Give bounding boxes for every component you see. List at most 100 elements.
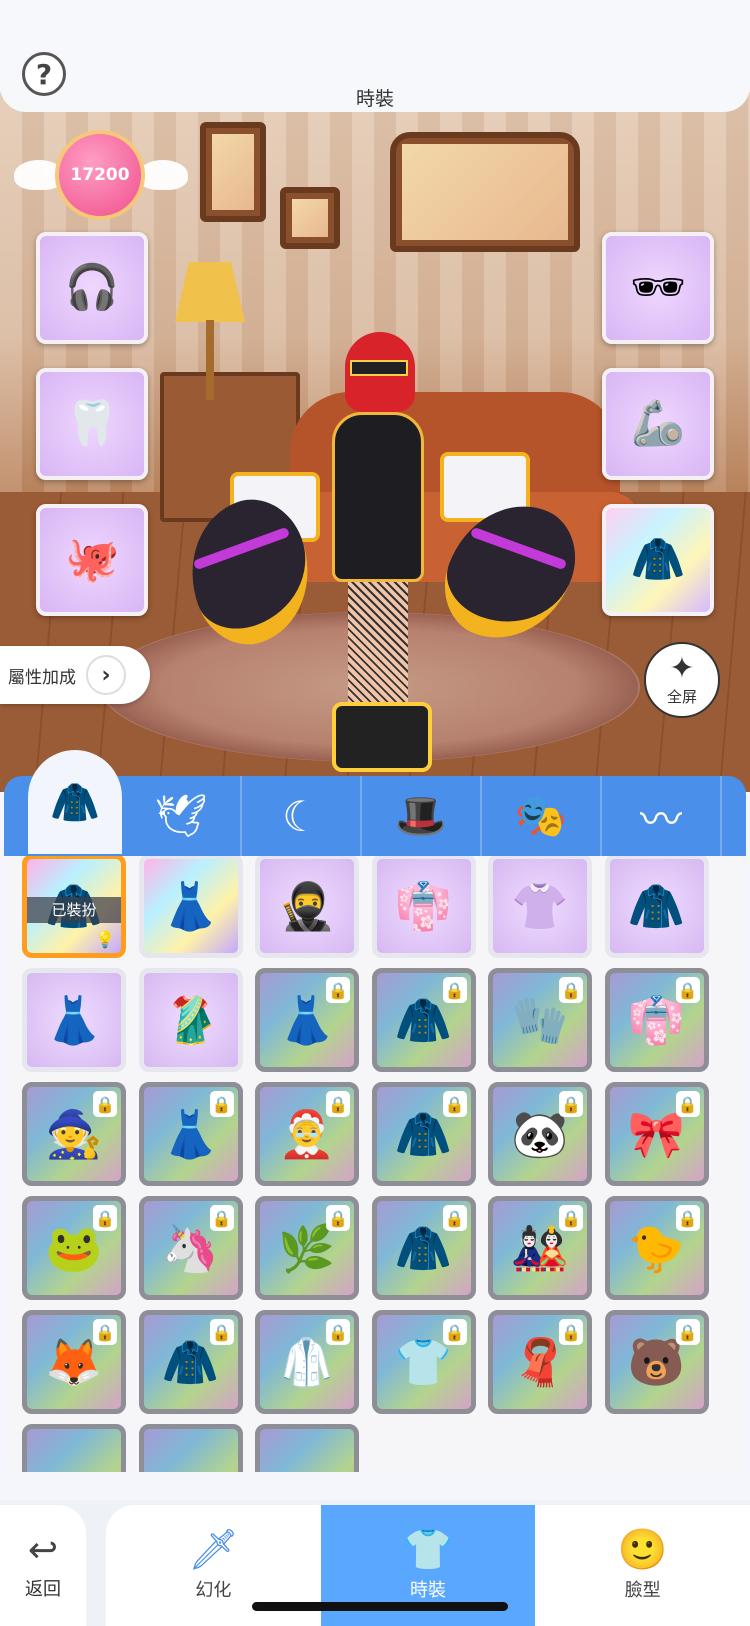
outfit-item[interactable]: 🎎 🔒: [488, 1196, 592, 1300]
outfit-item[interactable]: 🤶 🔒: [255, 1082, 359, 1186]
fullscreen-figure-icon: ✦: [669, 650, 695, 686]
outfit-item[interactable]: 🧣 🔒: [488, 1310, 592, 1414]
outfit-thumbnail-icon: 🦊: [45, 1335, 103, 1389]
outfit-thumbnail-icon: 🎎: [511, 1221, 569, 1275]
tab-wings[interactable]: 🕊: [122, 776, 242, 856]
outfit-item[interactable]: 👗 🔒: [255, 968, 359, 1072]
nav-label: 臉型: [624, 1579, 661, 1601]
lock-icon: 🔒: [559, 977, 583, 1003]
tab-mask[interactable]: 🎭: [482, 776, 602, 856]
sunglasses-icon: 🕶: [630, 262, 686, 313]
outfit-item[interactable]: 🥷: [255, 854, 359, 958]
outfit-item[interactable]: 👘: [371, 854, 476, 958]
back-arrow-icon: ↩: [27, 1530, 59, 1571]
outfit-item[interactable]: 👗: [138, 854, 243, 958]
mirror: [390, 132, 580, 252]
outfit-thumbnail-icon: 🐻: [627, 1335, 686, 1389]
outfit-item[interactable]: 👗 🔒: [138, 1082, 243, 1186]
outfit-thumbnail-icon: 👗: [278, 993, 336, 1047]
outfit-item[interactable]: 🧥 🔒: [138, 1310, 243, 1414]
outfit-item[interactable]: 👚: [488, 854, 592, 958]
outfit-thumbnail-icon: 🧥: [627, 879, 686, 933]
lock-icon: 🔒: [559, 1091, 583, 1117]
character-glasses: [350, 360, 408, 376]
attribute-bonus-button[interactable]: 屬性加成 ›: [0, 646, 150, 704]
outfit-item[interactable]: 🧙 🔒: [22, 1082, 126, 1186]
face-icon: 🙂: [617, 1526, 668, 1573]
lock-icon: 🔒: [209, 1205, 234, 1231]
lock-icon: 🔒: [93, 1205, 117, 1231]
outfit-item[interactable]: 🐤 🔒: [604, 1196, 709, 1300]
outfit-item[interactable]: 🧥 🔒: [371, 968, 476, 1072]
slot-pet[interactable]: 🐙: [36, 504, 148, 616]
lamp-pole: [206, 320, 214, 400]
outfit-thumbnail-icon: 👗: [161, 879, 220, 933]
nav-face[interactable]: 🙂 臉型: [535, 1505, 750, 1626]
outfit-thumbnail-icon: 🧥: [161, 1335, 220, 1389]
outfit-thumbnail-icon: 🐸: [45, 1221, 103, 1275]
outfit-item[interactable]: 🎀 🔒: [604, 1082, 709, 1186]
outfit-item[interactable]: 🧤 🔒: [488, 968, 592, 1072]
lock-icon: 🔒: [675, 1091, 700, 1117]
tab-back-ornament[interactable]: ☾: [242, 776, 362, 856]
outfit-item[interactable]: 👗: [22, 968, 126, 1072]
outfit-item[interactable]: 🌿 🔒: [255, 1196, 359, 1300]
lock-icon: 🔒: [93, 1319, 117, 1345]
outfit-item[interactable]: 🥻: [138, 968, 243, 1072]
outfit-item[interactable]: 🧥已裝扮💡: [22, 854, 126, 958]
back-button[interactable]: ↩ 返回: [0, 1505, 86, 1626]
outfit-item[interactable]: 🧥: [604, 854, 709, 958]
outfit-item[interactable]: 🐸 🔒: [22, 1196, 126, 1300]
outfit-item[interactable]: 🧥 🔒: [371, 1082, 476, 1186]
outfit-item[interactable]: 🐻 🔒: [604, 1310, 709, 1414]
back-label: 返回: [25, 1579, 61, 1600]
tab-hat[interactable]: 🎩: [362, 776, 482, 856]
currency-value: 17200: [55, 130, 145, 220]
outfit-item[interactable]: 🧥 🔒: [371, 1196, 476, 1300]
outfit-item[interactable]: 🐼 🔒: [488, 1082, 592, 1186]
crescent-icon: ☾: [282, 791, 320, 841]
slot-eyewear[interactable]: 🕶: [602, 232, 714, 344]
lock-icon: 🔒: [559, 1205, 583, 1231]
slot-tail[interactable]: 🦾: [602, 368, 714, 480]
outfit-item[interactable]: [255, 1424, 359, 1472]
mustache-icon: 〰: [639, 794, 682, 844]
lock-icon: 🔒: [326, 1319, 350, 1345]
lock-icon: 🔒: [442, 1319, 467, 1345]
outfit-item[interactable]: 🦊 🔒: [22, 1310, 126, 1414]
slot-headwear[interactable]: 🎧: [36, 232, 148, 344]
outfit-grid[interactable]: 🧥已裝扮💡👗🥷👘👚🧥👗🥻👗🔒🧥🔒🧤🔒👘🔒🧙🔒👗🔒🤶🔒🧥🔒🐼🔒🎀🔒🐸🔒🦄🔒🌿🔒🧥🔒…: [8, 852, 742, 1472]
outfit-item[interactable]: 👕 🔒: [371, 1310, 476, 1414]
outfit-item[interactable]: [138, 1424, 243, 1472]
lock-icon: 🔒: [675, 977, 700, 1003]
attribute-bonus-label: 屬性加成: [8, 667, 76, 688]
character-legs: [348, 582, 408, 712]
sword-icon: 🗡: [187, 1526, 239, 1573]
outfit-thumbnail-icon: 🧤: [511, 993, 569, 1047]
slot-mouth[interactable]: 🦷: [36, 368, 148, 480]
slot-outfit[interactable]: 🧥: [602, 504, 714, 616]
player-character[interactable]: [310, 332, 440, 782]
outfit-thumbnail-icon: 🧥: [394, 1107, 453, 1161]
nav-label: 時裝: [410, 1579, 446, 1601]
lock-icon: 🔒: [209, 1319, 234, 1345]
lightbulb-icon: 💡: [95, 930, 115, 949]
fullscreen-button[interactable]: ✦ 全屏: [644, 642, 720, 718]
fullscreen-label: 全屏: [666, 687, 697, 706]
outfit-item[interactable]: 🥼 🔒: [255, 1310, 359, 1414]
character-boots: [332, 702, 432, 772]
outfit-item[interactable]: 👘 🔒: [604, 968, 709, 1072]
tail-icon: 🦾: [630, 398, 686, 449]
home-indicator: [252, 1602, 508, 1611]
tab-outfit[interactable]: 🧥: [28, 750, 122, 854]
lock-icon: 🔒: [326, 1205, 350, 1231]
outfit-thumbnail-icon: 👗: [45, 993, 103, 1047]
outfit-thumbnail-icon: 👘: [394, 879, 453, 933]
shirt-icon: 👕: [403, 1526, 453, 1573]
outfit-thumbnail-icon: 🥷: [278, 879, 336, 933]
lock-icon: 🔒: [326, 977, 350, 1003]
outfit-item[interactable]: [22, 1424, 126, 1472]
outfit-item[interactable]: 🦄 🔒: [138, 1196, 243, 1300]
tab-mustache[interactable]: 〰: [602, 776, 722, 856]
outfit-thumbnail-icon: 👚: [511, 879, 569, 933]
